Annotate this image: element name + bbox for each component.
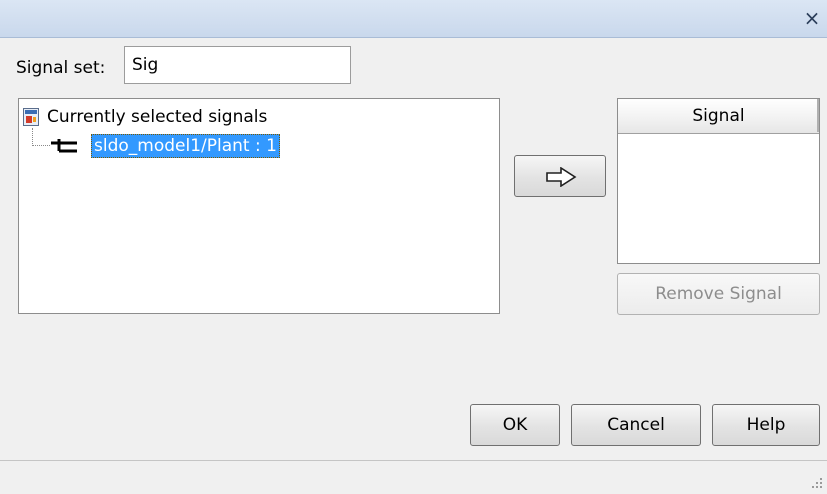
tree-root[interactable]: Currently selected signals <box>23 106 267 128</box>
model-block-icon <box>23 107 40 127</box>
signal-set-label: Signal set: <box>16 58 106 78</box>
tree-connector <box>32 145 50 146</box>
add-signal-button[interactable] <box>514 155 606 197</box>
column-divider <box>817 99 819 132</box>
tree-connector <box>32 128 33 146</box>
signal-column-header-label: Signal <box>692 106 745 126</box>
title-bar: × <box>0 0 827 38</box>
cancel-button[interactable]: Cancel <box>571 404 701 446</box>
signal-list[interactable]: Signal <box>617 98 820 264</box>
status-bar <box>0 460 827 492</box>
resize-grip-icon[interactable] <box>809 474 823 488</box>
signal-line-icon <box>49 137 79 153</box>
close-icon[interactable]: × <box>801 7 823 29</box>
signal-set-input[interactable] <box>124 46 351 84</box>
right-arrow-icon <box>546 167 577 187</box>
help-button[interactable]: Help <box>712 404 820 446</box>
signal-tree[interactable]: Currently selected signals sldo_model1/P… <box>18 98 500 314</box>
tree-root-label: Currently selected signals <box>47 107 268 127</box>
tree-item-signal[interactable]: sldo_model1/Plant : 1 <box>91 134 280 158</box>
remove-signal-button[interactable]: Remove Signal <box>617 273 820 315</box>
signal-column-header[interactable]: Signal <box>618 99 819 134</box>
ok-button[interactable]: OK <box>470 404 560 446</box>
